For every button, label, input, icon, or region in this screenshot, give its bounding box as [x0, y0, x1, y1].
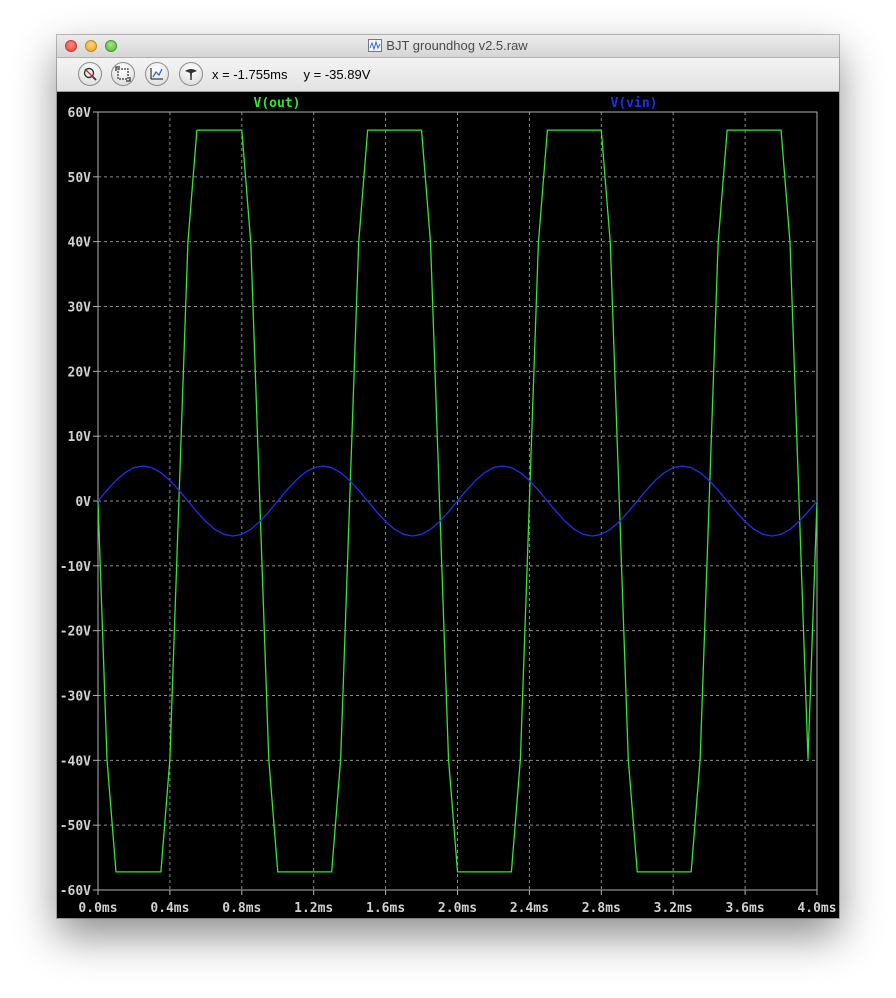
y-tick-label: -30V	[60, 690, 91, 705]
y-tick-label: -20V	[60, 625, 91, 640]
probe-icon	[185, 69, 197, 80]
y-tick-label: 20V	[68, 365, 92, 380]
x-tick-label: 2.8ms	[582, 901, 621, 916]
zoom-area-button[interactable]	[78, 62, 102, 86]
waveform-document-icon	[368, 39, 383, 52]
cursor-readout: x = -1.755ms y = -35.89V	[212, 67, 386, 82]
x-tick-label: 4.0ms	[797, 901, 836, 916]
y-tick-label: 0V	[75, 495, 91, 510]
title-bar: BJT groundhog v2.5.raw	[57, 35, 839, 58]
plot-background	[57, 92, 839, 918]
x-tick-label: 0.4ms	[150, 901, 189, 916]
legend-label-v-out[interactable]: V(out)	[254, 96, 301, 111]
x-tick-label: 0.0ms	[78, 901, 117, 916]
x-tick-label: 1.6ms	[366, 901, 405, 916]
zoom-area-icon	[83, 67, 97, 81]
x-tick-label: 3.2ms	[654, 901, 693, 916]
x-tick-label: 2.0ms	[438, 901, 477, 916]
legend-label-v-vin[interactable]: V(vin)	[611, 96, 658, 111]
y-tick-label: -60V	[60, 884, 91, 899]
x-tick-label: 2.4ms	[510, 901, 549, 916]
y-tick-label: -40V	[60, 754, 91, 769]
y-tick-label: 50V	[68, 171, 92, 186]
y-tick-label: 60V	[68, 106, 92, 121]
probe-button[interactable]	[179, 62, 203, 86]
zoom-full-icon	[115, 66, 131, 82]
toolbar: x = -1.755ms y = -35.89V	[57, 58, 839, 92]
zoom-full-button[interactable]	[111, 62, 135, 86]
x-tick-label: 1.2ms	[294, 901, 333, 916]
autorange-button[interactable]	[145, 62, 169, 86]
cursor-x-readout: x = -1.755ms	[212, 67, 288, 82]
window-title-group: BJT groundhog v2.5.raw	[57, 38, 839, 53]
waveform-window: BJT groundhog v2.5.raw x = -1.755ms y = …	[57, 35, 839, 918]
y-tick-label: 30V	[68, 301, 92, 316]
y-tick-label: 40V	[68, 236, 92, 251]
cursor-y-readout: y = -35.89V	[303, 67, 371, 82]
window-title: BJT groundhog v2.5.raw	[386, 38, 528, 53]
y-tick-label: -10V	[60, 560, 91, 575]
y-tick-label: 10V	[68, 430, 92, 445]
x-tick-label: 3.6ms	[726, 901, 765, 916]
waveform-plot[interactable]: 60V 50V 40V 30V 20V 10V 0V -10V -20V -30V -40V -50V…	[57, 92, 839, 918]
autorange-icon	[150, 68, 163, 80]
y-tick-label: -50V	[60, 819, 91, 834]
x-tick-label: 0.8ms	[222, 901, 261, 916]
